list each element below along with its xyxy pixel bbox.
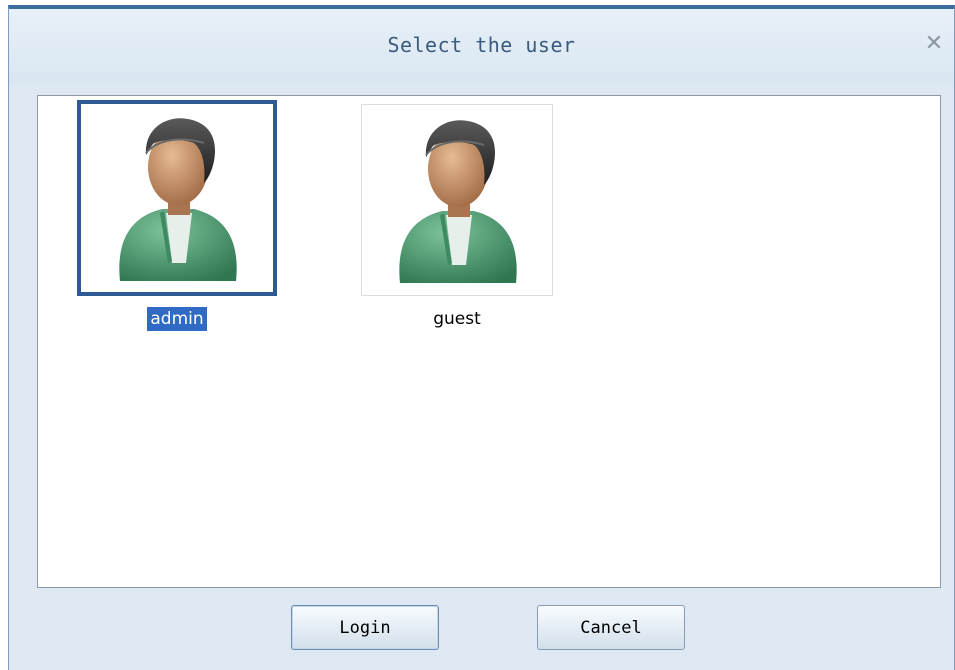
user-avatar-icon [399,120,517,283]
user-label: admin [77,307,277,331]
user-tile-admin[interactable]: admin [77,100,277,340]
avatar-frame [77,100,277,296]
dialog-titlebar: Select the user ✕ [9,9,954,83]
cancel-button[interactable]: Cancel [537,605,685,650]
dialog-title: Select the user [387,33,576,57]
user-avatar-icon [119,118,237,281]
select-user-dialog: Select the user ✕ admin guest Login Canc… [8,5,955,670]
user-name-guest: guest [433,309,481,329]
login-button[interactable]: Login [291,605,439,650]
close-icon[interactable]: ✕ [922,31,946,57]
user-name-admin: admin [147,307,207,331]
user-label: guest [361,308,553,330]
avatar-frame [361,104,553,296]
user-tile-guest[interactable]: guest [361,100,561,340]
user-list: admin guest [37,95,941,588]
